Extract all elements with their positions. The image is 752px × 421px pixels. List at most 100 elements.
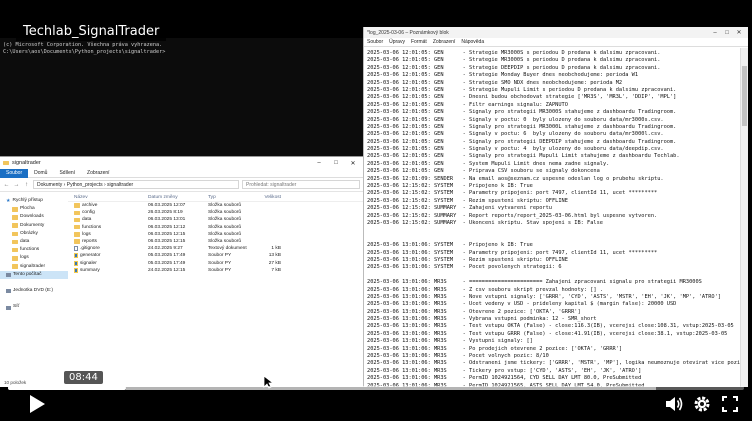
nav-item[interactable]: Jednotka DVD (E:) (0, 287, 68, 295)
file-name: summary (80, 267, 100, 273)
nav-item[interactable]: data (0, 238, 68, 246)
folder-icon (74, 239, 80, 244)
folder-icon (12, 223, 18, 228)
file-type: Složka souborů (208, 224, 242, 230)
file-type: Textový dokument (208, 246, 247, 252)
folder-icon (74, 203, 80, 208)
log-line: 2025-03-06 13:01:06: SYSTEM - Parametry … (367, 249, 658, 256)
close-icon[interactable]: ✕ (346, 160, 360, 167)
nav-item[interactable]: Obrázky (0, 230, 68, 238)
minimize-icon[interactable]: – (709, 30, 721, 36)
settings-icon[interactable] (692, 393, 712, 415)
log-line: 2025-03-06 12:01:05: GEN - Signaly pro s… (367, 109, 677, 116)
close-icon[interactable]: ✕ (733, 29, 745, 36)
file-name-cell: data (68, 217, 148, 222)
nav-item[interactable]: Dokumenty (0, 222, 68, 230)
nav-item[interactable]: signaltrader (0, 263, 68, 271)
menu-file[interactable]: Soubor (367, 39, 383, 45)
ribbon-tab-home[interactable]: Domů (28, 170, 53, 176)
file-name: data (82, 217, 92, 223)
log-line: 2025-03-06 13:01:06: SYSTEM - Pocet povo… (367, 264, 562, 271)
file-type: Soubor PY (208, 253, 232, 259)
log-line: 2025-03-06 12:01:05: GEN - Strategie Mup… (367, 86, 677, 93)
nav-item[interactable]: Síť (0, 303, 68, 311)
log-line: 2025-03-06 12:01:05: GEN - Signaly v poc… (367, 131, 664, 138)
ribbon-tab-share[interactable]: Sdílení (53, 170, 81, 176)
menu-format[interactable]: Formát (411, 39, 427, 45)
log-line: 2025-03-06 12:15:02: SYSTEM - Pripojeno … (367, 183, 533, 190)
log-line: 2025-03-06 12:01:05: GEN - Strategie MR3… (367, 57, 661, 64)
ribbon-tab-file[interactable]: Soubor (0, 168, 29, 178)
explorer-content: ★ Rychlý přístup Plocha Downloads Dokumenty O… (0, 193, 363, 387)
nav-item-label: Jednotka DVD (E:) (13, 288, 53, 294)
file-row[interactable]: generator 05.03.2025 17:49 Soubor PY 13 kB (68, 252, 363, 259)
file-row[interactable]: .gitignore 24.02.2025 9:27 Textový dokumen… (68, 245, 363, 252)
column-type[interactable]: Typ (208, 195, 255, 200)
file-date: 26.03.2025 8:19 (148, 210, 183, 216)
file-row[interactable]: functions 06.03.2025 12:12 Složka souborů (68, 224, 363, 231)
fullscreen-icon[interactable] (720, 393, 740, 415)
file-type: Složka souborů (208, 239, 242, 245)
notepad-text-area[interactable]: 2025-03-06 12:01:05: GEN - Strategie MR3… (364, 48, 740, 387)
file-type: Soubor PY (208, 267, 232, 273)
file-row[interactable]: reports 06.03.2025 12:15 Složka souborů (68, 238, 363, 245)
nav-item[interactable]: Tento počítač (0, 270, 68, 279)
maximize-icon[interactable]: □ (721, 30, 733, 36)
path-field[interactable]: Dokumenty › Python_projects › signaltrad… (33, 180, 239, 189)
notepad-title: *log_2025-03-06 – Poznámkový blok (367, 29, 449, 36)
menu-edit[interactable]: Úpravy (389, 39, 405, 45)
log-line: 2025-03-06 12:01:05: GEN - System Mupuli… (367, 160, 610, 167)
up-icon[interactable]: ↑ (23, 182, 30, 188)
column-name[interactable]: Název (68, 195, 148, 200)
scrollbar-thumb[interactable] (742, 66, 747, 126)
file-row[interactable]: summary 24.02.2025 12:15 Soubor PY 7 kB (68, 267, 363, 274)
file-row[interactable]: logs 06.03.2025 12:15 Složka souborů (68, 231, 363, 238)
column-size[interactable]: Velikost (255, 195, 285, 200)
console-window[interactable]: (c) Microsoft Corporation. Všechna práva… (0, 38, 363, 156)
nav-item[interactable]: Plocha (0, 205, 68, 213)
notepad-scrollbar[interactable] (740, 48, 748, 387)
video-title: Techlab_SignalTrader (16, 22, 167, 41)
navigation-pane: ★ Rychlý přístup Plocha Downloads Dokumenty O… (0, 193, 68, 387)
menu-help[interactable]: Nápověda (461, 39, 484, 45)
nav-item-label: Síť (13, 304, 20, 310)
volume-icon[interactable] (664, 393, 684, 415)
folder-icon (74, 232, 80, 237)
python-file-icon (74, 253, 78, 259)
play-icon[interactable] (22, 390, 50, 418)
search-input[interactable]: Prohledat: signaltrader (242, 180, 360, 189)
address-bar: ← → ↑ Dokumenty › Python_projects › sign… (0, 178, 363, 192)
file-name: .gitignore (80, 246, 100, 252)
nav-item[interactable]: ★ Rychlý přístup (0, 197, 68, 205)
file-name: config (82, 210, 95, 216)
ribbon-tab-view[interactable]: Zobrazení (81, 170, 116, 176)
file-row[interactable]: archive 06.03.2025 12:07 Složka souborů (68, 202, 363, 209)
log-line: 2025-03-06 12:01:05: GEN - Strategie MR3… (367, 50, 661, 56)
file-row[interactable]: data 06.03.2025 13:01 Složka souborů (68, 216, 363, 223)
file-type: Složka souborů (208, 203, 242, 209)
nav-item[interactable]: logs (0, 254, 68, 262)
nav-item[interactable]: Downloads (0, 213, 68, 221)
file-row[interactable]: signaler 05.03.2025 17:49 Soubor PY 27 kB (68, 260, 363, 267)
log-line: 2025-03-06 13:01:06: MR3S - Test vstupu … (367, 323, 734, 330)
column-date[interactable]: Datum změny (148, 195, 208, 200)
maximize-icon[interactable]: □ (329, 160, 343, 166)
log-line: 2025-03-06 13:01:06: MR3S - Odstraneni j… (367, 360, 740, 367)
file-row[interactable]: config 26.03.2025 8:19 Složka souborů (68, 209, 363, 216)
folder-icon (12, 239, 18, 245)
folder-icon (12, 264, 18, 269)
minimize-icon[interactable]: – (312, 160, 326, 166)
log-line: 2025-03-06 12:01:05: GEN - Dnesni budou … (367, 94, 677, 101)
file-size: 27 kB (268, 260, 281, 266)
log-line: 2025-03-06 12:15:02: SYSTEM - Parametry … (367, 190, 658, 197)
nav-item[interactable]: functions (0, 246, 68, 254)
log-line: 2025-03-06 13:01:06: MR3S - Vystupni sig… (367, 338, 533, 345)
menu-view[interactable]: Zobrazení (433, 39, 456, 45)
file-list: Název Datum změny Typ Velikost archive 06… (68, 193, 363, 387)
log-line: 2025-03-06 13:01:06: MR3S - ============… (367, 279, 702, 286)
log-line: 2025-03-06 12:01:05: GEN - Signaly pro s… (367, 123, 677, 130)
forward-icon[interactable]: → (13, 182, 20, 188)
back-icon[interactable]: ← (3, 182, 10, 188)
